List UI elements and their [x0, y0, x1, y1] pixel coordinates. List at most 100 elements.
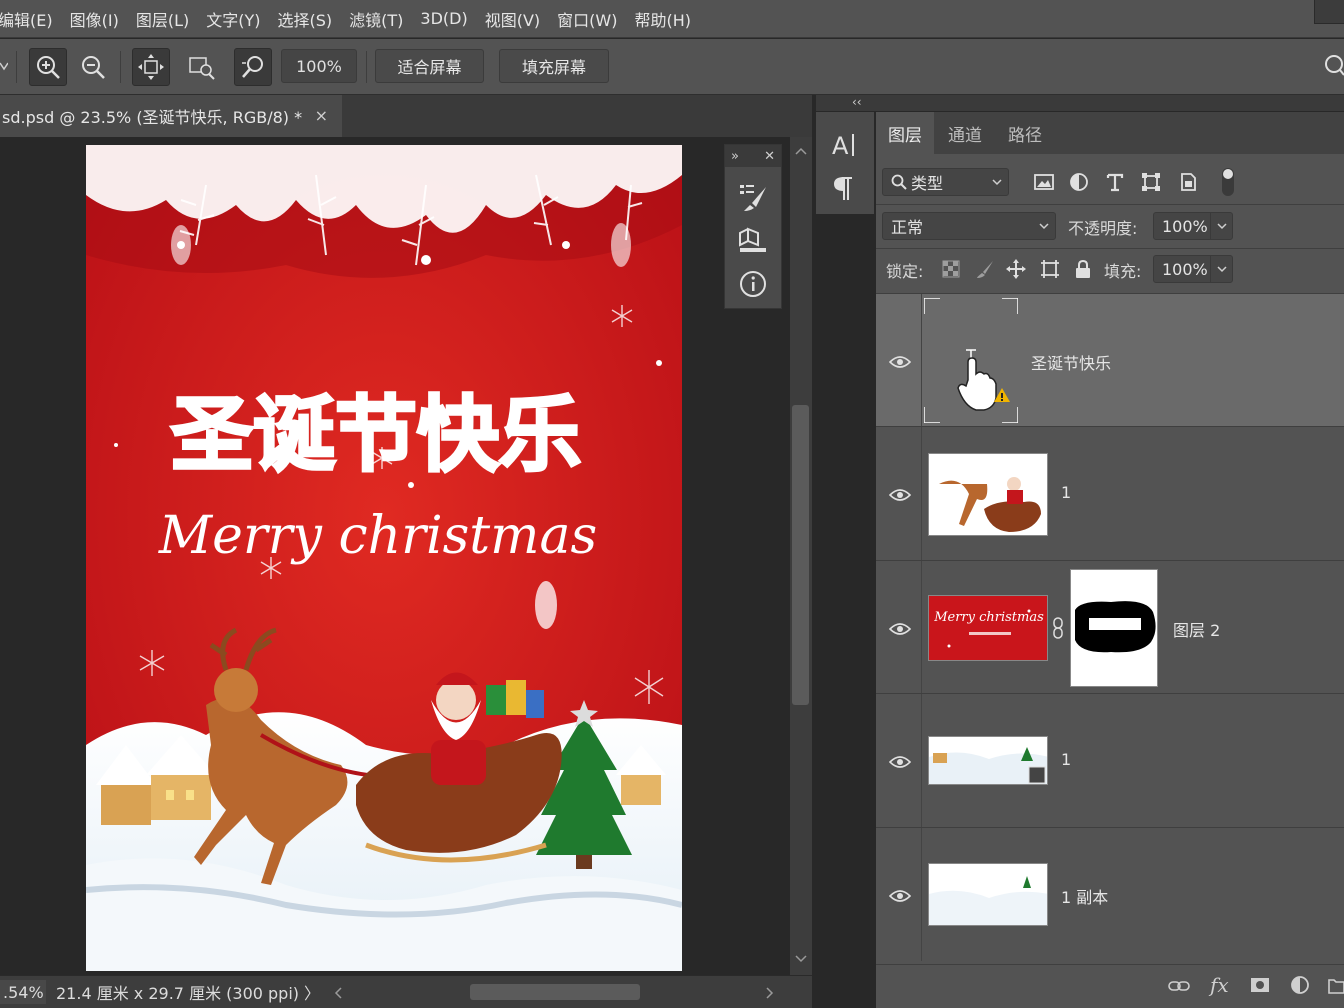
add-mask-icon[interactable] [1250, 976, 1270, 994]
layer-row[interactable]: 圣诞节快乐 [876, 293, 1344, 426]
document-dimensions: 21.4 厘米 x 29.7 厘米 (300 ppi) [56, 984, 300, 1003]
document-tab-title: sd.psd @ 23.5% (圣诞节快乐, RGB/8) * [2, 108, 303, 127]
menu-edit[interactable]: 编辑(E) [0, 7, 53, 31]
chevron-down-icon [1217, 266, 1227, 273]
zoom-out-button[interactable] [74, 48, 112, 86]
lock-position-icon[interactable] [1005, 258, 1027, 280]
horizontal-scrollbar[interactable] [330, 980, 778, 1004]
dock-collapse-bar[interactable]: ‹‹ [816, 95, 1344, 111]
fill-screen-button[interactable]: 填充屏幕 [499, 49, 609, 83]
fit-screen-button[interactable]: 适合屏幕 [375, 49, 484, 83]
chevron-down-icon [992, 179, 1002, 186]
poster-title: 圣诞节快乐 [171, 388, 581, 483]
link-layers-icon[interactable] [1168, 979, 1190, 993]
layer-name[interactable]: 1 副本 [1061, 884, 1108, 908]
snow-village-thumbnail [929, 747, 1047, 784]
menu-layer[interactable]: 图层(L) [136, 7, 189, 31]
collapse-panels-icon[interactable]: ‹‹ [852, 95, 862, 109]
layer-mask-thumbnail[interactable] [1070, 569, 1158, 687]
zoom-percentage-field[interactable]: 100% [281, 49, 357, 83]
scroll-left-icon[interactable] [334, 987, 342, 999]
scroll-right-icon[interactable] [766, 987, 774, 999]
status-menu-arrow[interactable]: 〉 [304, 980, 320, 1004]
blend-mode-select[interactable]: 正常 [882, 212, 1056, 240]
chevron-down-icon[interactable] [0, 61, 8, 73]
opacity-input[interactable]: 100% [1153, 212, 1233, 240]
status-zoom-field[interactable]: .54% [0, 980, 46, 1004]
document-canvas[interactable]: 圣诞节快乐 Merry christmas [86, 145, 682, 971]
scroll-down-icon[interactable] [795, 955, 807, 963]
new-group-icon[interactable] [1328, 975, 1344, 995]
mask-link-icon[interactable] [1052, 617, 1064, 639]
eye-icon[interactable] [889, 889, 911, 903]
fill-input[interactable]: 100% [1153, 255, 1233, 283]
menu-select[interactable]: 选择(S) [278, 7, 333, 31]
layer-name[interactable]: 1 [1061, 750, 1071, 769]
layer-style-fx-icon[interactable]: fx [1210, 973, 1229, 997]
horizontal-scroll-thumb[interactable] [470, 984, 640, 1000]
lock-all-icon[interactable] [1072, 258, 1094, 280]
menu-window[interactable]: 窗口(W) [557, 7, 617, 31]
zoom-in-button[interactable] [29, 48, 67, 86]
layer-name[interactable]: 圣诞节快乐 [1031, 350, 1111, 374]
blend-mode-value: 正常 [891, 218, 924, 237]
canvas-work-area[interactable]: 圣诞节快乐 Merry christmas [0, 137, 790, 975]
lock-label: 锁定: [886, 262, 924, 281]
eye-icon[interactable] [889, 755, 911, 769]
filter-pixel-layers-icon[interactable] [1033, 171, 1055, 193]
layer-thumbnail[interactable]: Merry christmas [928, 595, 1048, 661]
tab-layers[interactable]: 图层 [876, 112, 934, 154]
layer-thumbnail[interactable] [928, 863, 1048, 926]
layer-row[interactable]: Merry christmas 图层 2 [876, 560, 1344, 693]
filter-shape-layers-icon[interactable] [1140, 171, 1162, 193]
layer-filter-kind-select[interactable]: 类型 [882, 168, 1009, 196]
scrubby-zoom-button[interactable] [234, 48, 272, 86]
menu-filter[interactable]: 滤镜(T) [349, 7, 403, 31]
lock-artboard-icon[interactable] [1039, 258, 1061, 280]
layer-name[interactable]: 1 [1061, 483, 1071, 502]
menu-view[interactable]: 视图(V) [485, 7, 540, 31]
vertical-scroll-thumb[interactable] [792, 405, 809, 705]
layer-thumbnail[interactable] [928, 453, 1048, 536]
layer-thumbnail[interactable] [924, 298, 1018, 423]
lock-image-pixels-icon[interactable] [974, 258, 996, 280]
close-panel-icon[interactable]: ✕ [764, 149, 775, 164]
menu-help[interactable]: 帮助(H) [634, 7, 691, 31]
vertical-scrollbar[interactable] [790, 137, 812, 975]
zoom-all-windows-button[interactable] [183, 48, 221, 86]
character-icon[interactable]: A [830, 130, 860, 160]
scroll-up-icon[interactable] [795, 147, 807, 155]
tab-paths[interactable]: 路径 [996, 112, 1054, 154]
document-tab[interactable]: sd.psd @ 23.5% (圣诞节快乐, RGB/8) * × [0, 95, 342, 137]
brush-presets-icon[interactable] [738, 181, 770, 213]
close-tab-icon[interactable]: × [315, 106, 328, 125]
layer-row[interactable]: 1 [876, 693, 1344, 827]
layer-row[interactable]: 1 副本 [876, 827, 1344, 961]
expand-panel-icon[interactable]: » [731, 149, 739, 164]
layer-thumbnail[interactable] [928, 736, 1048, 785]
adjustment-layer-icon[interactable] [1290, 975, 1312, 995]
filter-adjustment-layers-icon[interactable] [1068, 171, 1090, 193]
menu-image[interactable]: 图像(I) [70, 7, 119, 31]
info-icon[interactable] [738, 269, 768, 299]
search-icon[interactable] [1322, 54, 1344, 78]
eye-icon[interactable] [889, 622, 911, 636]
layer-name[interactable]: 图层 2 [1173, 617, 1220, 641]
smart-text-thumbnail [924, 298, 1018, 423]
filter-toggle-switch[interactable] [1222, 168, 1234, 196]
snow-ground-thumbnail [929, 876, 1047, 925]
eye-icon[interactable] [889, 488, 911, 502]
resize-windows-button[interactable] [132, 48, 170, 86]
menu-type[interactable]: 文字(Y) [206, 7, 260, 31]
lock-transparent-pixels-icon[interactable] [940, 258, 962, 280]
paragraph-icon[interactable] [832, 174, 856, 202]
filter-smart-objects-icon[interactable] [1177, 171, 1199, 193]
window-control-button[interactable] [1314, 0, 1344, 24]
tab-channels[interactable]: 通道 [936, 112, 994, 154]
document-tab-bar: sd.psd @ 23.5% (圣诞节快乐, RGB/8) * × [0, 95, 812, 137]
eye-icon[interactable] [889, 355, 911, 369]
filter-type-layers-icon[interactable] [1104, 171, 1126, 193]
layer-row[interactable]: 1 [876, 426, 1344, 560]
menu-3d[interactable]: 3D(D) [420, 9, 467, 28]
3d-object-icon[interactable] [738, 225, 770, 255]
